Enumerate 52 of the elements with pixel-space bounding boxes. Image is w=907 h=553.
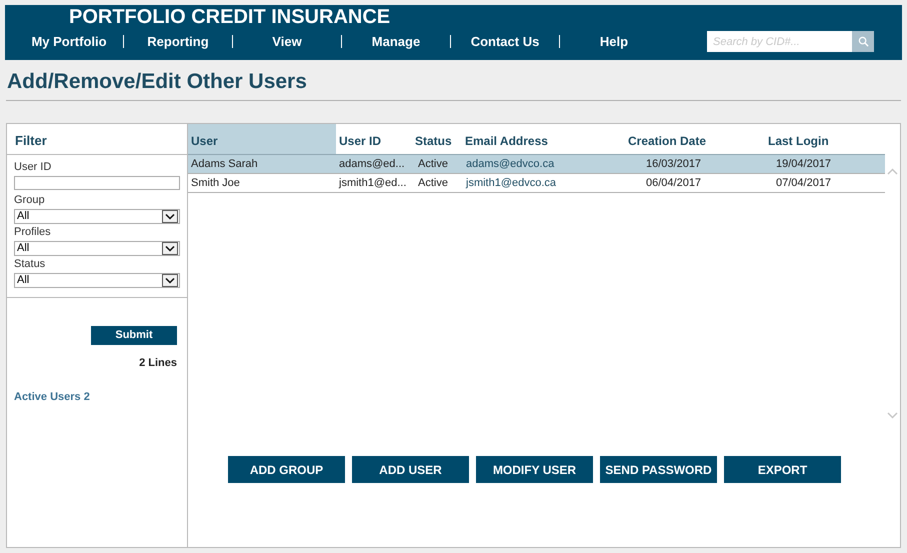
submit-button[interactable]: Submit [91,326,177,345]
column-header[interactable]: Email Address [462,124,625,154]
action-button[interactable]: MODIFY USER [476,456,593,483]
scroll-up-icon[interactable] [887,168,898,175]
table-row[interactable]: Smith Joe jsmith1@ed... Active jsmith1@edvco.ca 06/04/2017 07/04/2017 [188,174,885,193]
column-header[interactable]: User [188,124,336,154]
table-cell-text: 19/04/2017 [775,156,832,172]
search-button[interactable] [852,31,874,52]
nav-link[interactable]: Reporting [124,32,232,52]
action-button[interactable]: EXPORT [724,456,841,483]
action-button[interactable]: SEND PASSWORD [600,456,717,483]
table-cell-text: Active [417,156,449,172]
page-title: Add/Remove/Edit Other Users [7,69,308,94]
column-header[interactable]: Status [412,124,462,154]
nav-link[interactable]: Manage [342,32,450,52]
search-icon [858,36,868,47]
dropdown[interactable]: All [14,273,180,288]
column-header[interactable]: User ID [336,124,412,154]
table-cell-text: Adams Sarah [190,156,259,172]
table-cell-text: adams@edvco.ca [465,156,556,172]
action-button[interactable]: ADD USER [352,456,469,483]
field-label: Status [14,257,46,272]
chevron-down-icon [162,210,178,223]
filter-title: Filter [7,124,187,155]
active-users-link[interactable]: Active Users 2 [14,388,187,405]
action-button[interactable]: ADD GROUP [228,456,345,483]
table-cell-text: 07/04/2017 [775,176,832,191]
column-header[interactable]: Creation Date [625,124,765,154]
table-cell-text: jsmith1@edvco.ca [464,176,558,191]
nav-link[interactable]: My Portfolio [15,32,123,52]
field-label: Profiles [14,225,52,240]
dropdown[interactable]: All [14,209,180,224]
table-cell-text: adams@ed... [338,156,406,172]
nav-link[interactable]: Contact Us [451,32,559,52]
nav-link[interactable]: View [233,32,341,52]
table-cell-text: Smith Joe [190,176,241,191]
chevron-down-icon [162,242,178,255]
table-cell-text: Active [417,176,449,191]
dropdown[interactable]: All [14,241,180,256]
nav-link[interactable]: Help [560,32,668,52]
table-cell-text: jsmith1@ed... [338,176,408,191]
table-cell-text: 06/04/2017 [645,176,702,191]
column-header[interactable]: Last Login [765,124,885,154]
input-field[interactable] [14,176,180,190]
table-row[interactable]: Adams Sarah adams@ed... Active adams@edvco.ca 16/03/2017 19/04/2017 [188,155,885,174]
line-count: 2 Lines [139,356,177,371]
chevron-down-icon [162,274,178,287]
field-label: User ID [14,160,52,175]
scroll-down-icon[interactable] [887,412,898,419]
table-cell-text: 16/03/2017 [645,156,702,172]
field-label: Group [14,193,46,208]
site-title: PORTFOLIO CREDIT INSURANCE [69,5,392,29]
